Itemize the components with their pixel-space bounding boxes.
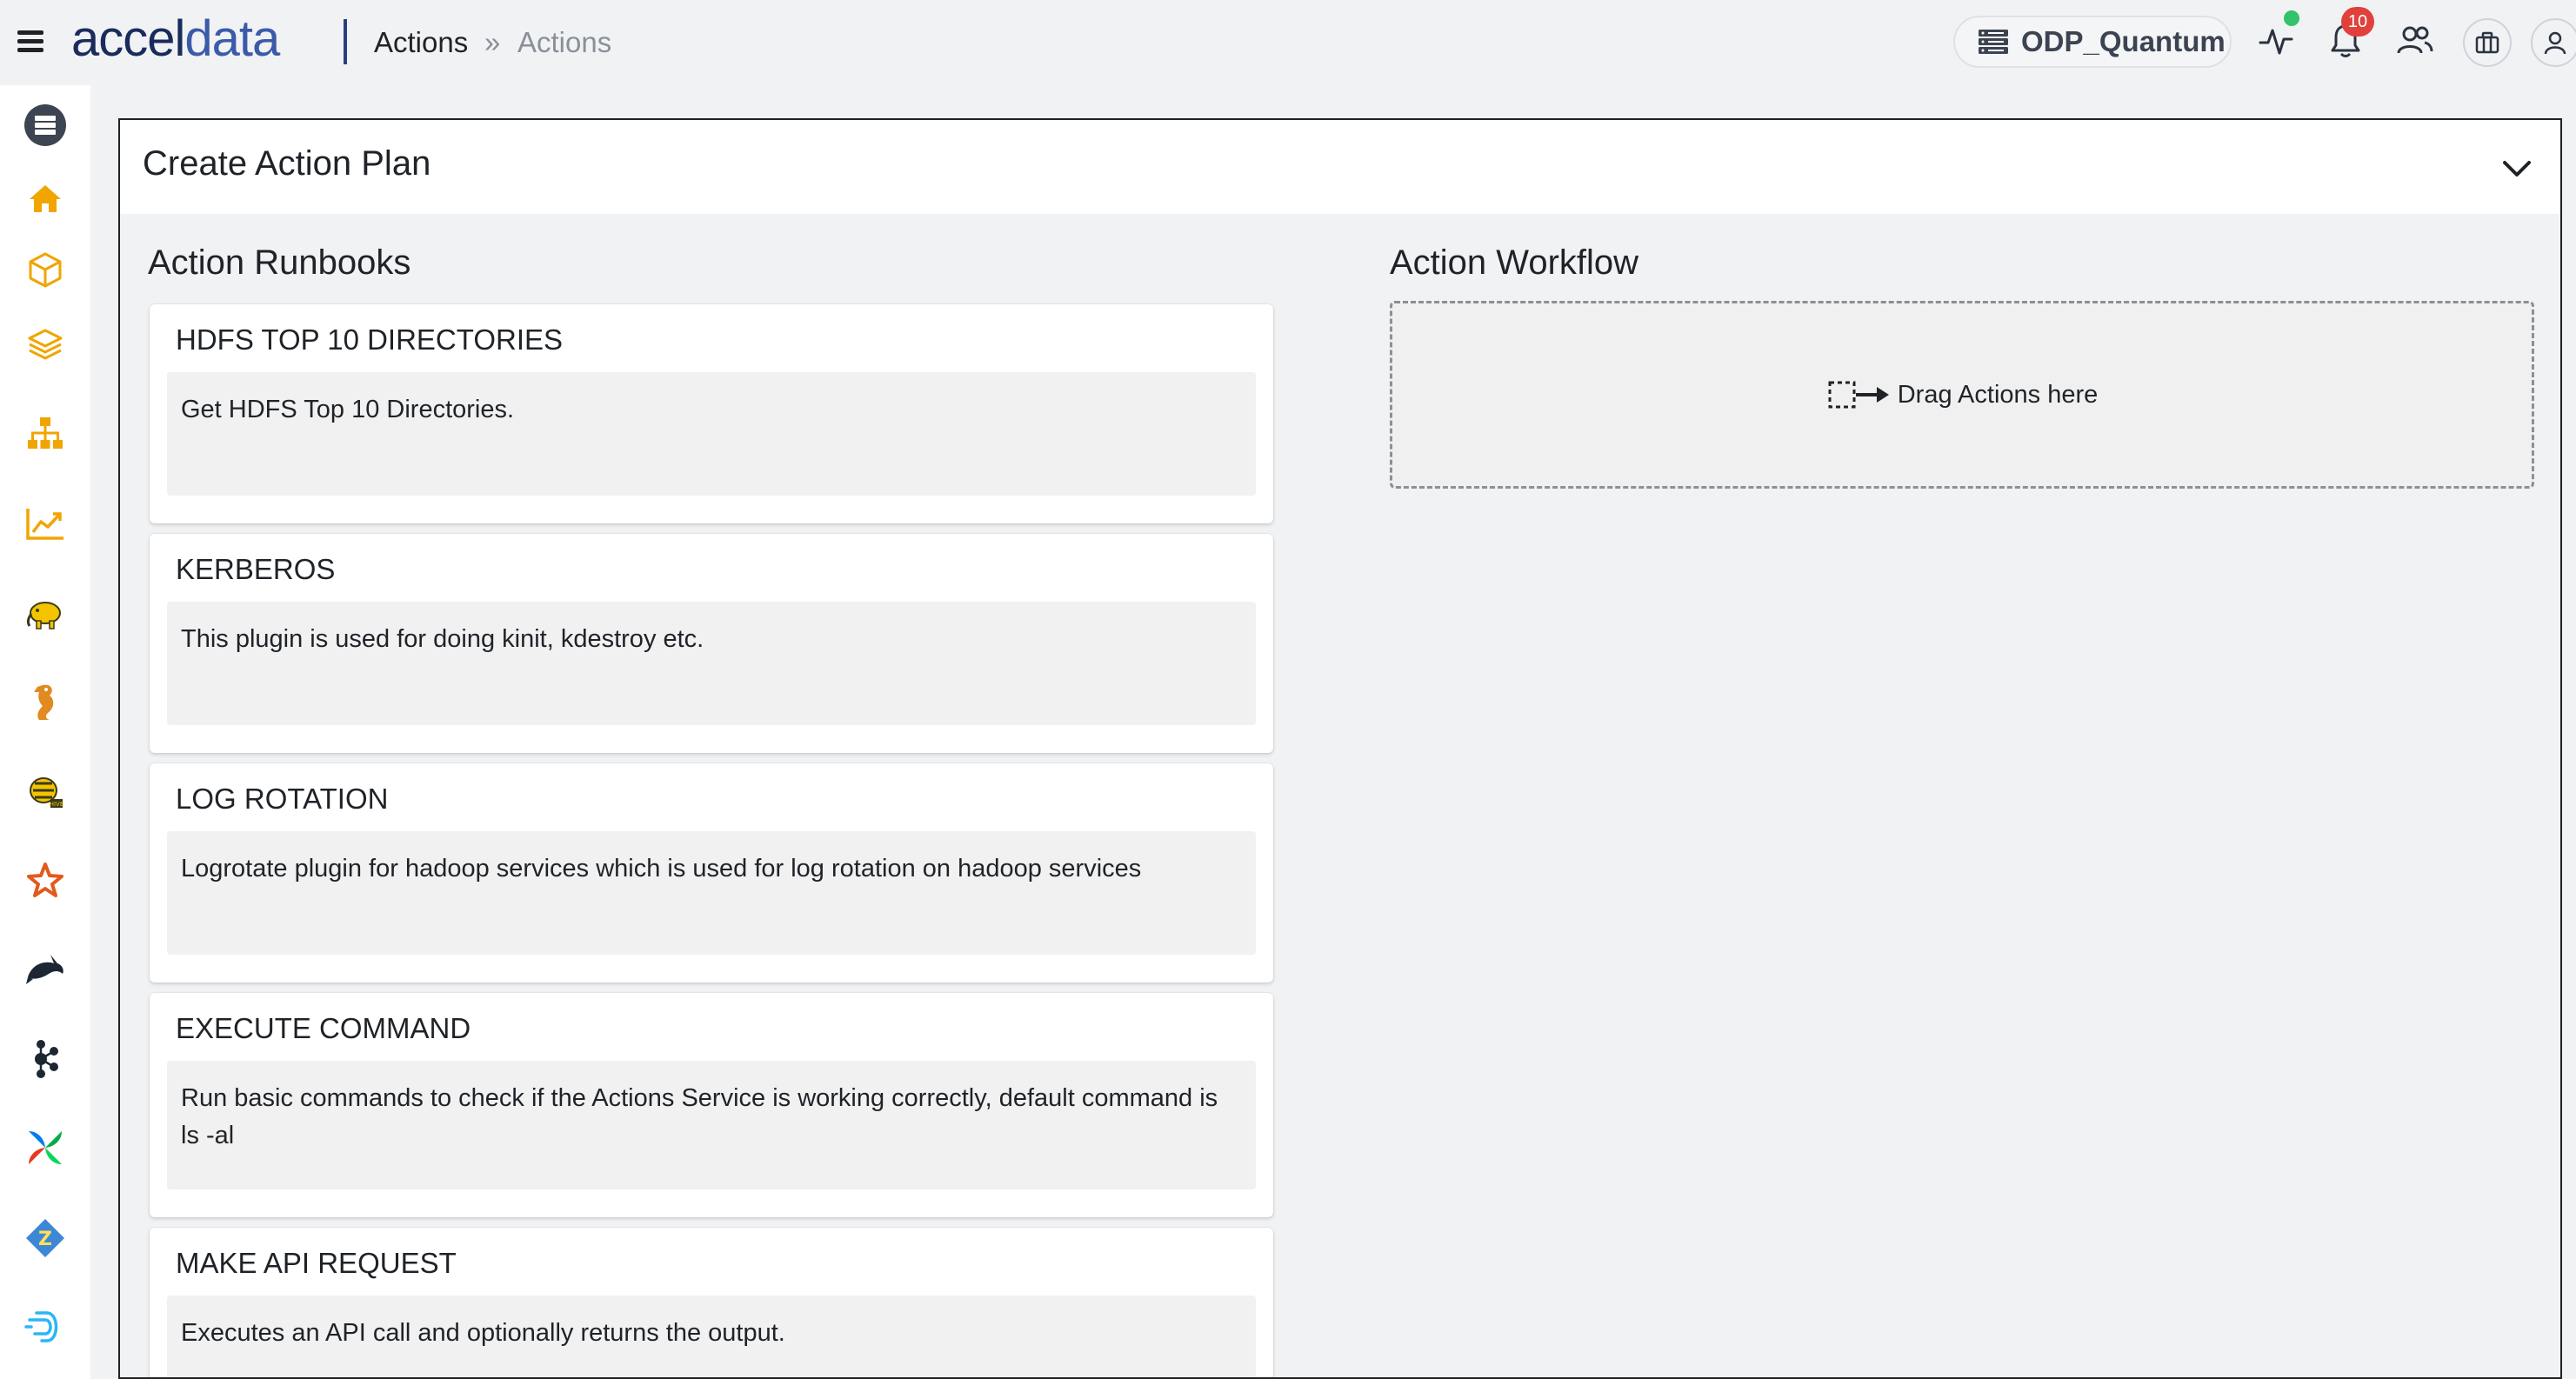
runbook-description: Logrotate plugin for hadoop services whi… xyxy=(167,831,1256,955)
cluster-selector[interactable]: ODP_Quantum xyxy=(1953,16,2232,68)
hive-bee-icon: HIVE xyxy=(30,777,64,808)
runbook-card-make-api-request[interactable]: MAKE API REQUEST Executes an API call an… xyxy=(150,1228,1273,1377)
sidebar-item-hive[interactable]: HIVE xyxy=(23,769,68,814)
sidebar-item-cube[interactable] xyxy=(23,247,68,292)
sidebar-item-layers[interactable] xyxy=(23,322,68,367)
runbook-description: Get HDFS Top 10 Directories. xyxy=(167,372,1256,496)
runbook-title: KERBEROS xyxy=(176,553,336,585)
server-stack-icon xyxy=(24,104,66,146)
runbook-description: This plugin is used for doing kinit, kde… xyxy=(167,602,1256,725)
breadcrumb-separator: » xyxy=(484,26,501,58)
drag-drop-icon xyxy=(1828,381,1889,409)
layers-icon xyxy=(28,329,63,360)
briefcase-icon[interactable] xyxy=(2463,18,2512,67)
runbook-card-execute-command[interactable]: EXECUTE COMMAND Run basic commands to ch… xyxy=(150,993,1273,1217)
status-online-dot xyxy=(2284,10,2299,26)
notification-count-badge: 10 xyxy=(2341,7,2374,37)
user-profile-icon[interactable] xyxy=(2531,18,2576,67)
logo[interactable]: acceldata xyxy=(71,10,280,67)
zeppelin-icon: Z xyxy=(26,1219,64,1257)
sidebar-item-kafka[interactable] xyxy=(23,1036,68,1082)
chevron-down-icon[interactable] xyxy=(2498,150,2536,188)
sidebar-item-hadoop[interactable] xyxy=(23,591,68,636)
logo-part-accel: accel xyxy=(71,10,185,67)
sidebar-item-spark[interactable] xyxy=(23,857,68,903)
runbook-description: Executes an API call and optionally retu… xyxy=(167,1296,1256,1377)
airflow-pinwheel-icon xyxy=(29,1131,62,1164)
dropzone-label: Drag Actions here xyxy=(1897,380,2099,409)
sidebar-item-home[interactable] xyxy=(23,176,68,221)
kafka-icon xyxy=(35,1040,58,1078)
sidebar-item-zeppelin[interactable]: Z xyxy=(23,1216,68,1261)
users-icon[interactable] xyxy=(2393,19,2437,63)
sitemap-icon xyxy=(28,417,63,449)
sidebar-item-sitemap[interactable] xyxy=(23,410,68,456)
runbook-card-log-rotation[interactable]: LOG ROTATION Logrotate plugin for hadoop… xyxy=(150,763,1273,983)
runbook-title: EXECUTE COMMAND xyxy=(176,1012,471,1044)
home-icon xyxy=(30,185,61,212)
cube-icon xyxy=(29,252,62,288)
top-header: acceldata Actions » Actions ODP_Quantum … xyxy=(0,0,2576,85)
runbook-title: LOG ROTATION xyxy=(176,783,389,815)
cluster-name: ODP_Quantum xyxy=(2021,25,2226,57)
menu-icon[interactable] xyxy=(17,26,43,57)
sidebar-item-airflow[interactable] xyxy=(23,1125,68,1170)
sidebar: HIVE Z xyxy=(0,85,90,1379)
orca-icon xyxy=(26,955,63,984)
hadoop-elephant-icon xyxy=(26,602,61,630)
spark-star-icon xyxy=(27,863,63,897)
runbook-title: MAKE API REQUEST xyxy=(176,1247,457,1279)
breadcrumb-current[interactable]: Actions xyxy=(374,26,468,59)
runbook-card-kerberos[interactable]: KERBEROS This plugin is used for doing k… xyxy=(150,534,1273,753)
runbook-card-hdfs-top-10[interactable]: HDFS TOP 10 DIRECTORIES Get HDFS Top 10 … xyxy=(150,304,1273,523)
breadcrumb-page: Actions xyxy=(517,26,612,58)
svg-text:Z: Z xyxy=(38,1229,52,1250)
page-title: Create Action Plan xyxy=(143,144,431,183)
action-workflow-heading: Action Workflow xyxy=(1390,243,1639,282)
druid-icon xyxy=(24,1311,58,1342)
runbook-description: Run basic commands to check if the Actio… xyxy=(167,1061,1256,1189)
runbook-title: HDFS TOP 10 DIRECTORIES xyxy=(176,323,564,356)
header-divider xyxy=(344,19,347,64)
server-icon xyxy=(1979,30,2008,54)
sidebar-item-seahorse[interactable] xyxy=(23,680,68,725)
sidebar-item-server-stack[interactable] xyxy=(23,103,68,148)
trend-chart-icon xyxy=(26,509,63,540)
action-runbooks-heading: Action Runbooks xyxy=(148,243,411,282)
card-header[interactable]: Create Action Plan xyxy=(120,120,2560,214)
svg-text:HIVE: HIVE xyxy=(50,801,64,808)
logo-part-data: data xyxy=(184,10,280,67)
action-workflow-dropzone[interactable]: Drag Actions here xyxy=(1390,301,2534,489)
sidebar-item-druid[interactable] xyxy=(23,1304,68,1349)
create-action-plan-card: Create Action Plan Action Runbooks Actio… xyxy=(118,118,2562,1379)
sidebar-item-analytics[interactable] xyxy=(23,501,68,546)
sidebar-item-orca[interactable] xyxy=(23,948,68,993)
seahorse-icon xyxy=(34,684,54,720)
